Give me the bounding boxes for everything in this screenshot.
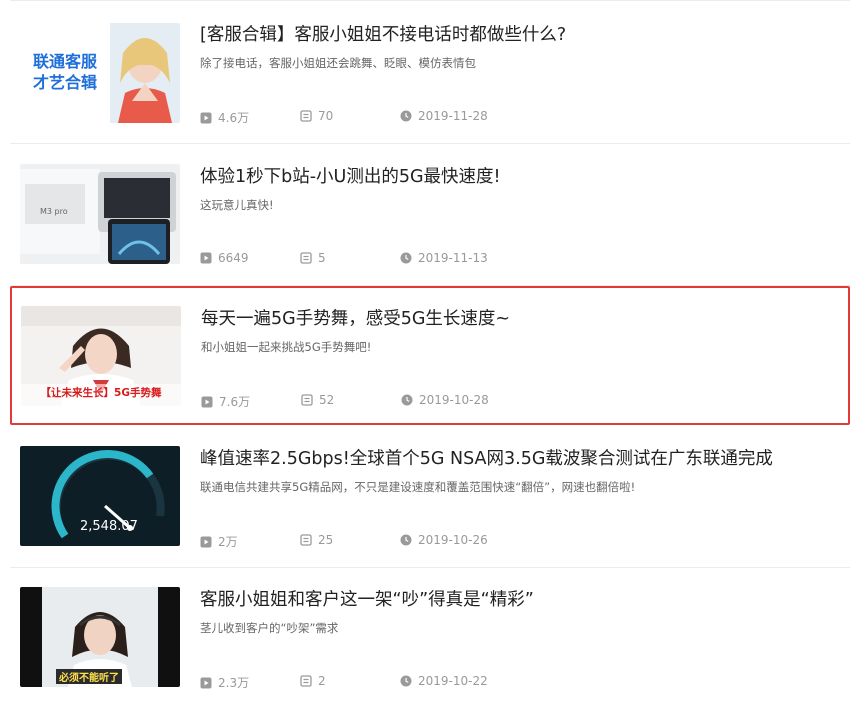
- list-item[interactable]: M3 pro 体验1秒下b站-小U测出的5G最快速度! 这玩意儿真快! 6649…: [10, 144, 850, 286]
- publish-date: 2019-10-26: [400, 533, 488, 547]
- video-description: 这玩意儿真快!: [200, 198, 274, 212]
- view-count: 4.6万: [200, 109, 249, 126]
- comment-icon: [301, 394, 313, 406]
- play-icon: [201, 396, 213, 408]
- view-count: 6649: [200, 251, 249, 265]
- list-item[interactable]: 2,548.07 峰值速率2.5Gbps!全球首个5G NSA网3.5G载波聚合…: [10, 426, 850, 568]
- play-icon: [200, 112, 212, 124]
- video-title[interactable]: 体验1秒下b站-小U测出的5G最快速度!: [200, 163, 501, 188]
- comment-count: 5: [300, 251, 326, 265]
- comment-icon: [300, 534, 312, 546]
- video-thumbnail[interactable]: M3 pro: [20, 164, 180, 264]
- thumbnail-caption: 2,548.07: [80, 519, 138, 534]
- play-icon: [200, 252, 212, 264]
- top-divider: [10, 0, 850, 1]
- comment-count: 70: [300, 109, 333, 123]
- comment-icon: [300, 110, 312, 122]
- clock-icon: [400, 675, 412, 687]
- publish-date: 2019-11-13: [400, 251, 488, 265]
- play-icon: [200, 677, 212, 689]
- publish-date: 2019-10-22: [400, 674, 488, 688]
- video-thumbnail[interactable]: 【让未来生长】5G手势舞: [21, 306, 181, 406]
- view-count: 2.3万: [200, 674, 249, 691]
- publish-date: 2019-10-28: [401, 393, 489, 407]
- video-thumbnail[interactable]: 2,548.07: [20, 446, 180, 546]
- thumbnail-caption: 必须不能听了: [56, 669, 122, 684]
- video-description: 茎儿收到客户的“吵架”需求: [200, 621, 339, 635]
- video-thumbnail[interactable]: 联通客服 才艺合辑: [20, 23, 180, 123]
- list-item-highlighted[interactable]: 【让未来生长】5G手势舞 每天一遍5G手势舞，感受5G生长速度~ 和小姐姐一起来…: [10, 286, 850, 425]
- clock-icon: [400, 252, 412, 264]
- video-title[interactable]: [客服合辑】客服小姐姐不接电话时都做些什么?: [200, 21, 566, 46]
- view-count: 2万: [200, 533, 238, 550]
- list-item[interactable]: 联通客服 才艺合辑 [客服合辑】客服小姐姐不接电话时都做些什么? 除了接电话，客…: [10, 2, 850, 144]
- thumbnail-caption-line: 联通客服: [32, 52, 97, 71]
- thumbnail-caption-line: 才艺合辑: [32, 73, 97, 92]
- comment-icon: [300, 252, 312, 264]
- publish-date: 2019-11-28: [400, 109, 488, 123]
- list-item[interactable]: 必须不能听了 客服小姐姐和客户这一架“吵”得真是“精彩” 茎儿收到客户的“吵架”…: [10, 567, 850, 708]
- video-thumbnail[interactable]: 必须不能听了: [20, 587, 180, 687]
- clock-icon: [400, 110, 412, 122]
- video-description: 联通电信共建共享5G精品网，不只是建设速度和覆盖范围快速“翻倍”，网速也翻倍啦!: [200, 480, 636, 494]
- video-description: 和小姐姐一起来挑战5G手势舞吧!: [201, 340, 372, 354]
- comment-icon: [300, 675, 312, 687]
- comment-count: 25: [300, 533, 333, 547]
- video-description: 除了接电话，客服小姐姐还会跳舞、眨眼、模仿表情包: [200, 56, 476, 70]
- comment-count: 52: [301, 393, 334, 407]
- video-title[interactable]: 每天一遍5G手势舞，感受5G生长速度~: [201, 305, 510, 330]
- video-title[interactable]: 客服小姐姐和客户这一架“吵”得真是“精彩”: [200, 586, 534, 611]
- video-title[interactable]: 峰值速率2.5Gbps!全球首个5G NSA网3.5G载波聚合测试在广东联通完成: [200, 445, 773, 470]
- clock-icon: [401, 394, 413, 406]
- clock-icon: [400, 534, 412, 546]
- play-icon: [200, 536, 212, 548]
- view-count: 7.6万: [201, 393, 250, 410]
- thumbnail-caption: 【让未来生长】5G手势舞: [40, 387, 162, 399]
- thumbnail-caption: M3 pro: [40, 207, 68, 216]
- comment-count: 2: [300, 674, 326, 688]
